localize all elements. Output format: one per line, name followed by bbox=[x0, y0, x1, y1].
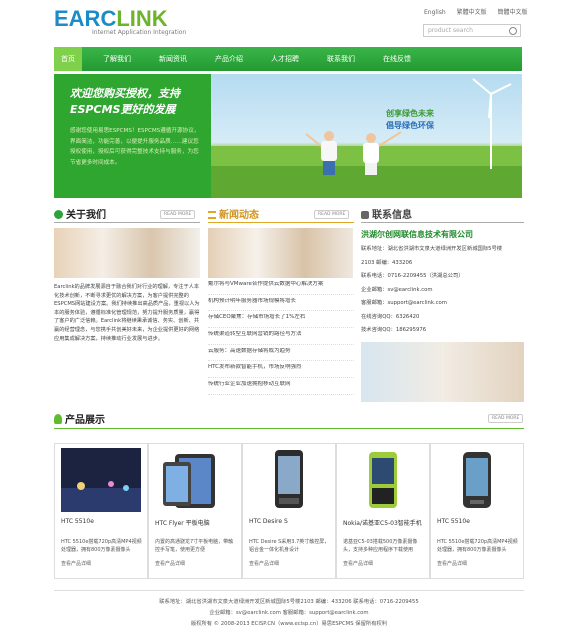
lang-traditional-link[interactable]: 繁體中文版 bbox=[457, 9, 487, 16]
product-detail-link[interactable]: 查看产品详细 bbox=[249, 560, 279, 567]
news-list: 戴尔将与VMware合作提供云数据中心解决方案 机构预计明年服务器市场规模将增长… bbox=[208, 281, 354, 398]
contact-support-email[interactable]: 客服邮箱：support@earclink.com bbox=[361, 300, 524, 307]
product-name[interactable]: Nokia/诺基亚C5-03智能手机 bbox=[343, 518, 422, 527]
news-item[interactable]: 云服务：高速数据存储将成为趋势 bbox=[208, 348, 354, 362]
contact-image bbox=[361, 342, 524, 402]
footer-address: 联系地址：湖北省洪湖市文泉大道绿洲开发区新城国际5号楼2103 邮编：43320… bbox=[159, 599, 419, 605]
divider bbox=[361, 222, 524, 223]
news-image bbox=[208, 228, 353, 278]
nav-item-about[interactable]: 了解我们 bbox=[96, 47, 138, 71]
news-item[interactable]: 戴尔将与VMware合作提供云数据中心解决方案 bbox=[208, 281, 354, 295]
products-more-button[interactable]: READ MORE bbox=[488, 414, 524, 423]
lightbulb-icon bbox=[54, 414, 62, 424]
product-detail-link[interactable]: 查看产品详细 bbox=[155, 560, 185, 567]
contact-qq-tech: 技术咨询QQ：186295976 bbox=[361, 327, 427, 333]
about-more-button[interactable]: READ MORE bbox=[160, 210, 196, 219]
lang-simplified-link[interactable]: 簡體中文版 bbox=[498, 9, 528, 16]
banner-body: 感谢您使用易思ESPCMS！ESPCMS遵循开源协议，界面简洁，功能完善，以便提… bbox=[70, 128, 200, 166]
product-desc: HTC Desire S采用3.7英寸触控屏，铝合金一体化机身设计 bbox=[249, 539, 330, 553]
product-name[interactable]: HTC 5510e bbox=[61, 518, 94, 525]
phone-icon bbox=[361, 211, 369, 219]
nav-item-jobs[interactable]: 人才招聘 bbox=[264, 47, 306, 71]
company-name: 洪湖尔创网联信息技术有限公司 bbox=[361, 230, 473, 239]
product-name[interactable]: HTC Flyer 平板电脑 bbox=[155, 518, 210, 527]
product-name[interactable]: HTC Desire S bbox=[249, 518, 288, 525]
nav-item-news[interactable]: 新闻资讯 bbox=[152, 47, 194, 71]
product-image bbox=[163, 454, 215, 508]
about-text: Earclink的品牌发展源自于融合我们对行业的理解，专注于人本化技术创新，不断… bbox=[54, 284, 200, 342]
site-logo[interactable]: EARCLINK Internet Application Integratio… bbox=[54, 8, 194, 40]
product-detail-link[interactable]: 查看产品详细 bbox=[61, 560, 91, 567]
about-section-title: 关于我们 bbox=[54, 206, 106, 221]
contact-postcode: 2103 邮编：433206 bbox=[361, 259, 413, 266]
search-icon[interactable] bbox=[509, 27, 517, 35]
lang-english-link[interactable]: English bbox=[424, 9, 446, 16]
search-placeholder: product search bbox=[428, 27, 473, 34]
footer: 联系地址：湖北省洪湖市文泉大道绿洲开发区新城国际5号楼2103 邮编：43320… bbox=[54, 590, 524, 630]
news-item[interactable]: HTC发布新款智能手机，市场反响强烈 bbox=[208, 364, 354, 378]
contact-email[interactable]: 企业邮箱：sv@earclink.com bbox=[361, 287, 524, 294]
contact-section-title: 联系信息 bbox=[361, 206, 412, 221]
nav-item-feedback[interactable]: 在线反馈 bbox=[376, 47, 418, 71]
footer-email: 企业邮箱：sv@earclink.com 客服邮箱：support@earcli… bbox=[209, 610, 369, 616]
footer-copyright: 版权所有 © 2008-2013 ECISP.CN（www.ecisp.cn）易… bbox=[190, 621, 388, 627]
product-detail-link[interactable]: 查看产品详细 bbox=[437, 560, 467, 567]
news-item[interactable]: 机构预计明年服务器市场规模将增长 bbox=[208, 298, 354, 312]
product-image bbox=[369, 452, 397, 508]
news-list-icon bbox=[208, 211, 216, 219]
product-desc: 内置的高通骁龙7寸平板电脑，带触控手写笔，使用更方便 bbox=[155, 539, 234, 553]
product-card[interactable]: HTC Desire S HTC Desire S采用3.7英寸触控屏，铝合金一… bbox=[242, 443, 336, 579]
product-desc: HTC 5510e搭载720p高清MP4视频处理器，拥有800万像素摄像头 bbox=[437, 539, 518, 553]
nav-item-home[interactable]: 首页 bbox=[54, 47, 82, 71]
divider bbox=[208, 222, 354, 223]
contact-info: 洪湖尔创网联信息技术有限公司 联系地址：湖北省洪湖市文泉大道绿洲开发区新城国际5… bbox=[361, 229, 524, 341]
product-list: HTC 5510e HTC 5510e搭载720p高清MP4视频处理器，拥有80… bbox=[54, 443, 524, 579]
product-card[interactable]: Nokia/诺基亚C5-03智能手机 诺基亚C5-03搭载500万像素摄像头，支… bbox=[336, 443, 430, 579]
product-card[interactable]: HTC 5510e HTC 5510e搭载720p高清MP4视频处理器，拥有80… bbox=[430, 443, 524, 579]
nav-item-contact[interactable]: 联系我们 bbox=[320, 47, 362, 71]
products-section-title: 产品展示 bbox=[54, 411, 105, 426]
logo-wordmark: EARCLINK bbox=[54, 6, 168, 31]
contact-address: 联系地址：湖北省洪湖市文泉大道绿洲开发区新城国际5号楼 bbox=[361, 246, 503, 252]
product-desc: 诺基亚C5-03搭载500万像素摄像头，支持多种应用程序下载使用 bbox=[343, 539, 418, 553]
banner-title: 欢迎您购买授权，支持 ESPCMS更好的发展 bbox=[70, 87, 180, 116]
product-image bbox=[61, 448, 141, 512]
about-icon bbox=[54, 210, 63, 219]
news-section-title: 新闻动态 bbox=[208, 206, 259, 221]
contact-qq-online: 在线咨询QQ：6326420 bbox=[361, 313, 420, 320]
divider bbox=[54, 428, 524, 429]
contact-phone: 联系电话：0716-2209455（洪湖总公司） bbox=[361, 273, 464, 279]
about-image bbox=[54, 228, 200, 278]
product-card[interactable]: HTC 5510e HTC 5510e搭载720p高清MP4视频处理器，拥有80… bbox=[54, 443, 148, 579]
logo-tagline: Internet Application Integration bbox=[92, 29, 187, 36]
banner-image: 创享绿色未来 倡导绿色环保 bbox=[211, 74, 522, 198]
product-name[interactable]: HTC 5510e bbox=[437, 518, 470, 525]
product-card[interactable]: HTC Flyer 平板电脑 内置的高通骁龙7寸平板电脑，带触控手写笔，使用更方… bbox=[148, 443, 242, 579]
banner-slogan: 创享绿色未来 倡导绿色环保 bbox=[386, 109, 434, 130]
news-item[interactable]: 传统行业企业加速拥抱移动互联网 bbox=[208, 381, 354, 395]
banner-illustration bbox=[211, 78, 522, 198]
product-image bbox=[275, 450, 303, 508]
product-desc: HTC 5510e搭载720p高清MP4视频处理器，拥有800万像素摄像头 bbox=[61, 539, 142, 553]
news-more-button[interactable]: READ MORE bbox=[314, 210, 350, 219]
product-image bbox=[463, 452, 491, 508]
news-item[interactable]: 传统渠道转型互联网营销的路径与方法 bbox=[208, 331, 354, 345]
language-switcher: English 繁體中文版 簡體中文版 bbox=[424, 7, 537, 16]
nav-item-products[interactable]: 产品介绍 bbox=[208, 47, 250, 71]
search-input[interactable]: product search bbox=[423, 24, 521, 37]
hero-banner[interactable]: 欢迎您购买授权，支持 ESPCMS更好的发展 感谢您使用易思ESPCMS！ESP… bbox=[54, 74, 522, 198]
product-detail-link[interactable]: 查看产品详细 bbox=[343, 560, 373, 567]
news-item[interactable]: 存储CEO聚焦：存储市场增长了1%左右 bbox=[208, 314, 354, 328]
divider bbox=[54, 222, 200, 223]
banner-text-panel: 欢迎您购买授权，支持 ESPCMS更好的发展 感谢您使用易思ESPCMS！ESP… bbox=[54, 74, 211, 198]
main-nav: 首页 了解我们 新闻资讯 产品介绍 人才招聘 联系我们 在线反馈 bbox=[54, 47, 522, 71]
